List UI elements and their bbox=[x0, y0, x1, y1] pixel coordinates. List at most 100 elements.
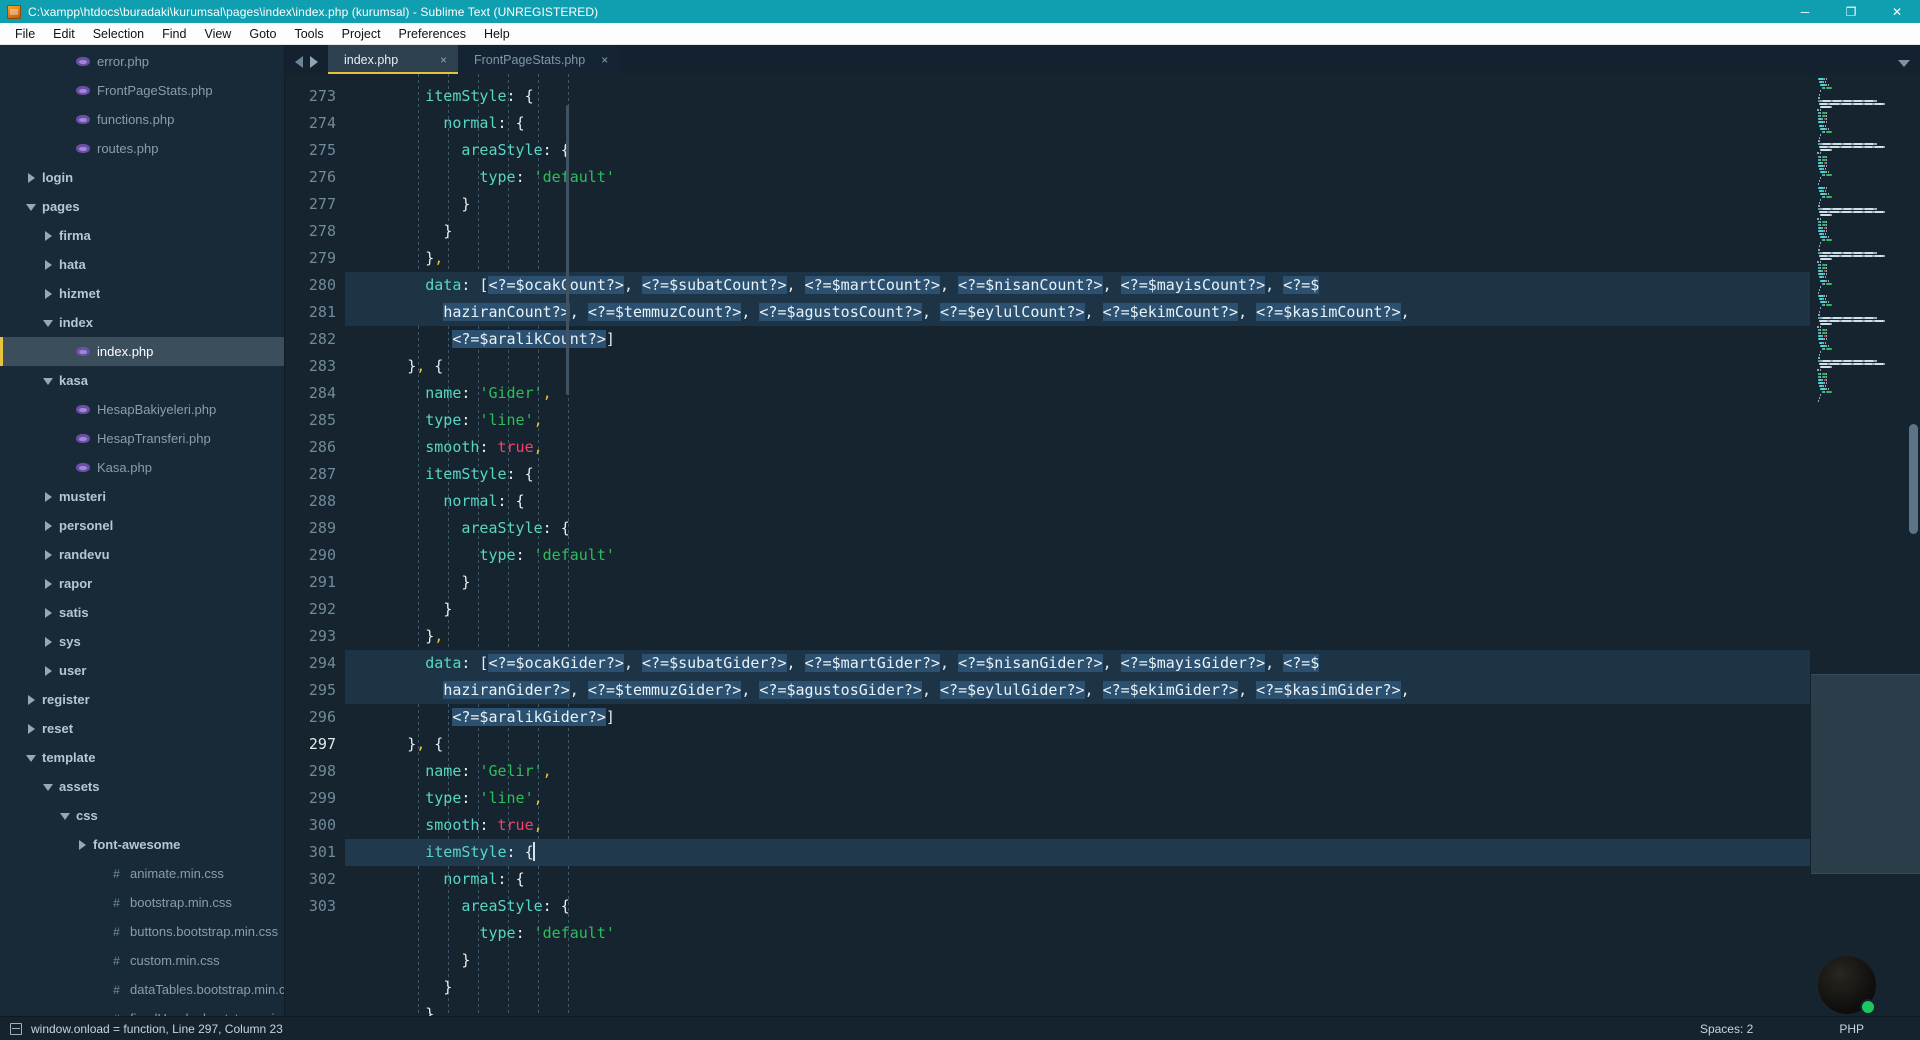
code-line[interactable]: itemStyle: { bbox=[345, 461, 1810, 488]
menu-item-goto[interactable]: Goto bbox=[240, 25, 285, 43]
tree-folder-font-awesome[interactable]: font-awesome bbox=[0, 830, 284, 859]
code-line[interactable]: type: 'default' bbox=[345, 542, 1810, 569]
code-line[interactable]: data: [<?=$ocakGider?>, <?=$subatGider?>… bbox=[345, 650, 1810, 677]
tree-file-animate-min-css[interactable]: # animate.min.css bbox=[0, 859, 284, 888]
syntax-mode[interactable]: PHP bbox=[1839, 1022, 1864, 1036]
code-line[interactable]: }, bbox=[345, 245, 1810, 272]
code-line[interactable]: areaStyle: { bbox=[345, 137, 1810, 164]
tab-nav-arrows[interactable] bbox=[285, 56, 328, 74]
tree-file-functions-php[interactable]: functions.php bbox=[0, 105, 284, 134]
chevron-right-icon[interactable] bbox=[76, 838, 89, 851]
tree-folder-css[interactable]: css bbox=[0, 801, 284, 830]
tree-file-frontpagestats-php[interactable]: FrontPageStats.php bbox=[0, 76, 284, 105]
chevron-right-icon[interactable] bbox=[42, 287, 55, 300]
menu-item-file[interactable]: File bbox=[6, 25, 44, 43]
tree-file-hesapbakiyeleri-php[interactable]: HesapBakiyeleri.php bbox=[0, 395, 284, 424]
tab-overflow-button[interactable] bbox=[1898, 60, 1920, 74]
tree-folder-template[interactable]: template bbox=[0, 743, 284, 772]
code-line[interactable]: } bbox=[345, 1001, 1810, 1016]
code-line[interactable]: itemStyle: { bbox=[345, 839, 1810, 866]
chevron-down-icon[interactable] bbox=[25, 200, 38, 213]
chevron-down-icon[interactable] bbox=[1898, 60, 1910, 67]
tree-file-custom-min-css[interactable]: # custom.min.css bbox=[0, 946, 284, 975]
tree-file-routes-php[interactable]: routes.php bbox=[0, 134, 284, 163]
tree-folder-reset[interactable]: reset bbox=[0, 714, 284, 743]
code-line[interactable]: name: 'Gelir', bbox=[345, 758, 1810, 785]
code-line[interactable]: }, { bbox=[345, 353, 1810, 380]
tree-folder-randevu[interactable]: randevu bbox=[0, 540, 284, 569]
code-line[interactable]: } bbox=[345, 974, 1810, 1001]
tree-file-index-php[interactable]: index.php bbox=[0, 337, 284, 366]
tree-file-error-php[interactable]: error.php bbox=[0, 47, 284, 76]
tree-folder-firma[interactable]: firma bbox=[0, 221, 284, 250]
indentation-setting[interactable]: Spaces: 2 bbox=[1700, 1022, 1753, 1036]
chevron-down-icon[interactable] bbox=[25, 751, 38, 764]
code-line[interactable]: name: 'Gider', bbox=[345, 380, 1810, 407]
close-button[interactable]: ✕ bbox=[1874, 0, 1920, 23]
code-line[interactable]: normal: { bbox=[345, 866, 1810, 893]
tree-folder-pages[interactable]: pages bbox=[0, 192, 284, 221]
tab-index-php[interactable]: index.php × bbox=[328, 45, 458, 74]
menu-item-edit[interactable]: Edit bbox=[44, 25, 84, 43]
chevron-right-icon[interactable] bbox=[42, 635, 55, 648]
tree-folder-login[interactable]: login bbox=[0, 163, 284, 192]
tree-folder-assets[interactable]: assets bbox=[0, 772, 284, 801]
tree-folder-hizmet[interactable]: hizmet bbox=[0, 279, 284, 308]
code-line[interactable]: haziranGider?>, <?=$temmuzGider?>, <?=$a… bbox=[345, 677, 1810, 704]
chevron-down-icon[interactable] bbox=[42, 316, 55, 329]
chevron-down-icon[interactable] bbox=[59, 809, 72, 822]
tree-folder-personel[interactable]: personel bbox=[0, 511, 284, 540]
tab-frontpagestats-php[interactable]: FrontPageStats.php × bbox=[458, 45, 620, 74]
code-line[interactable]: smooth: true, bbox=[345, 434, 1810, 461]
tree-folder-musteri[interactable]: musteri bbox=[0, 482, 284, 511]
vertical-scrollbar[interactable] bbox=[1909, 424, 1918, 534]
minimap[interactable] bbox=[1810, 74, 1920, 1016]
code-line[interactable]: smooth: true, bbox=[345, 812, 1810, 839]
tree-folder-kasa[interactable]: kasa bbox=[0, 366, 284, 395]
code-editor[interactable]: itemStyle: { normal: { areaStyle: { type… bbox=[345, 74, 1810, 1016]
tree-folder-rapor[interactable]: rapor bbox=[0, 569, 284, 598]
code-line[interactable]: } bbox=[345, 596, 1810, 623]
tree-folder-register[interactable]: register bbox=[0, 685, 284, 714]
chevron-right-icon[interactable] bbox=[42, 229, 55, 242]
menu-item-selection[interactable]: Selection bbox=[84, 25, 153, 43]
chevron-right-icon[interactable] bbox=[25, 722, 38, 735]
chevron-right-icon[interactable] bbox=[42, 664, 55, 677]
tree-file-buttons-bootstrap-min-css[interactable]: # buttons.bootstrap.min.css bbox=[0, 917, 284, 946]
minimap-viewport[interactable] bbox=[1811, 674, 1920, 874]
code-line[interactable]: normal: { bbox=[345, 110, 1810, 137]
code-line[interactable]: type: 'line', bbox=[345, 785, 1810, 812]
chevron-right-icon[interactable] bbox=[42, 606, 55, 619]
tree-folder-index[interactable]: index bbox=[0, 308, 284, 337]
chevron-left-icon[interactable] bbox=[295, 56, 303, 68]
code-line[interactable]: type: 'line', bbox=[345, 407, 1810, 434]
tree-folder-hata[interactable]: hata bbox=[0, 250, 284, 279]
tab-close-icon[interactable]: × bbox=[440, 54, 447, 66]
code-line[interactable]: haziranCount?>, <?=$temmuzCount?>, <?=$a… bbox=[345, 299, 1810, 326]
code-line[interactable]: type: 'default' bbox=[345, 164, 1810, 191]
code-line[interactable]: } bbox=[345, 569, 1810, 596]
chevron-down-icon[interactable] bbox=[42, 780, 55, 793]
chevron-right-icon[interactable] bbox=[42, 519, 55, 532]
chevron-right-icon[interactable] bbox=[310, 56, 318, 68]
tree-folder-user[interactable]: user bbox=[0, 656, 284, 685]
chevron-right-icon[interactable] bbox=[25, 171, 38, 184]
tree-file-datatables-bootstrap-min-css[interactable]: # dataTables.bootstrap.min.css bbox=[0, 975, 284, 1004]
tab-close-icon[interactable]: × bbox=[601, 54, 608, 66]
chevron-right-icon[interactable] bbox=[42, 577, 55, 590]
tree-file-kasa-php[interactable]: Kasa.php bbox=[0, 453, 284, 482]
code-line[interactable]: <?=$aralikGider?>] bbox=[345, 704, 1810, 731]
code-line[interactable]: data: [<?=$ocakCount?>, <?=$subatCount?>… bbox=[345, 272, 1810, 299]
code-line[interactable]: type: 'default' bbox=[345, 920, 1810, 947]
code-line[interactable]: } bbox=[345, 218, 1810, 245]
menu-item-help[interactable]: Help bbox=[475, 25, 519, 43]
menu-item-view[interactable]: View bbox=[195, 25, 240, 43]
tree-folder-sys[interactable]: sys bbox=[0, 627, 284, 656]
code-line[interactable]: <?=$aralikCount?>] bbox=[345, 326, 1810, 353]
code-line[interactable]: itemStyle: { bbox=[345, 83, 1810, 110]
tree-file-hesaptransferi-php[interactable]: HesapTransferi.php bbox=[0, 424, 284, 453]
menu-item-preferences[interactable]: Preferences bbox=[390, 25, 475, 43]
maximize-button[interactable]: ❐ bbox=[1828, 0, 1874, 23]
chevron-down-icon[interactable] bbox=[42, 374, 55, 387]
code-line[interactable]: }, bbox=[345, 623, 1810, 650]
